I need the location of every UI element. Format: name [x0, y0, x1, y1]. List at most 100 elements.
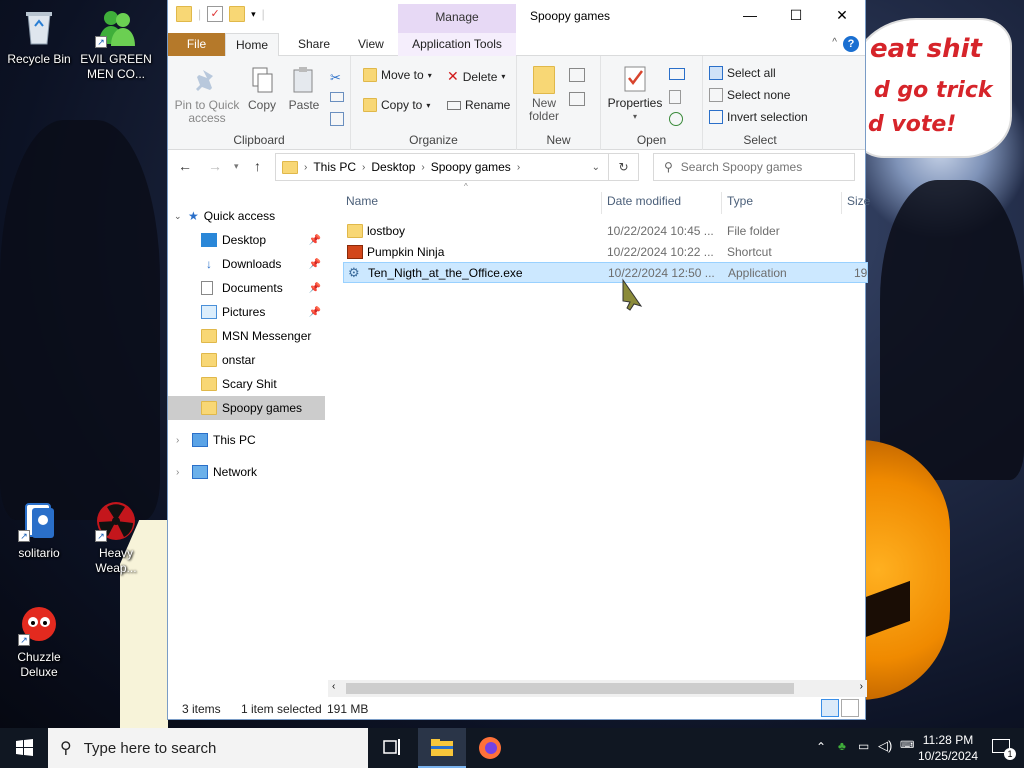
- open-icon[interactable]: [669, 68, 685, 80]
- search-input[interactable]: [680, 160, 841, 174]
- easy-access-icon[interactable]: [569, 92, 585, 106]
- nav-item-spoopy-games[interactable]: Spoopy games: [168, 396, 325, 420]
- nav-item-documents[interactable]: Documents 📌: [168, 276, 325, 300]
- address-bar[interactable]: › This PC › Desktop › Spoopy games › ⌄: [275, 153, 609, 181]
- tray-app-icon[interactable]: ♣: [838, 739, 846, 753]
- column-header-size[interactable]: Size: [847, 194, 870, 208]
- copy-button[interactable]: Copy: [244, 66, 280, 112]
- invert-selection-button[interactable]: Invert selection: [709, 110, 808, 124]
- manage-context-tab[interactable]: Manage: [398, 4, 516, 33]
- desktop-icon-solitario[interactable]: ↗ solitario: [1, 500, 77, 561]
- move-to-button[interactable]: Move to ▾: [363, 68, 432, 82]
- horizontal-scrollbar[interactable]: ‹ ›: [328, 680, 867, 697]
- properties-button[interactable]: Properties ▾: [603, 64, 667, 123]
- solitaire-cards-icon: ↗: [18, 500, 60, 542]
- close-button[interactable]: ✕: [819, 0, 865, 30]
- folder-icon: [201, 329, 217, 343]
- select-none-button[interactable]: Select none: [709, 88, 790, 102]
- scroll-left-icon[interactable]: ‹: [332, 681, 335, 692]
- title-bar: | ✓ ▾ | Manage Spoopy games — ☐ ✕: [168, 0, 865, 33]
- file-row[interactable]: Pumpkin Ninja 10/22/2024 10:22 ... Short…: [343, 241, 868, 262]
- tab-view[interactable]: View: [348, 33, 394, 56]
- scrollbar-thumb[interactable]: [346, 683, 794, 694]
- paste-shortcut-icon[interactable]: [330, 112, 344, 126]
- tray-overflow-icon[interactable]: ⌃: [816, 740, 826, 754]
- nav-item-downloads[interactable]: ↓ Downloads 📌: [168, 252, 325, 276]
- start-button[interactable]: [0, 728, 48, 768]
- desktop-icon-recycle-bin[interactable]: Recycle Bin: [1, 6, 77, 67]
- details-view-icon[interactable]: [821, 699, 839, 717]
- desktop-icon-chuzzle[interactable]: ↗ Chuzzle Deluxe: [1, 604, 77, 680]
- collapse-ribbon-icon[interactable]: ^: [832, 37, 837, 48]
- recent-locations-icon[interactable]: ▾: [234, 161, 239, 172]
- back-arrow-icon[interactable]: ←: [178, 158, 192, 174]
- expand-chevron-icon[interactable]: ⌄: [174, 211, 188, 222]
- tab-share[interactable]: Share: [288, 33, 340, 56]
- computer-icon: [192, 433, 208, 447]
- search-icon: ⚲: [664, 160, 673, 174]
- delete-button[interactable]: ✕ Delete ▾: [447, 68, 505, 85]
- keyboard-icon[interactable]: ⌨: [900, 740, 914, 751]
- item-count: 3 items: [182, 702, 221, 716]
- select-all-button[interactable]: Select all: [709, 66, 776, 80]
- column-header-date[interactable]: Date modified: [607, 194, 681, 208]
- expand-chevron-icon[interactable]: ›: [176, 467, 192, 478]
- taskbar-firefox[interactable]: [466, 728, 514, 768]
- minimize-button[interactable]: —: [727, 0, 773, 30]
- clock[interactable]: 11:28 PM 10/25/2024: [918, 732, 978, 764]
- breadcrumb-this-pc[interactable]: This PC: [313, 160, 356, 174]
- tab-home[interactable]: Home: [225, 33, 280, 57]
- properties-icon[interactable]: ✓: [207, 6, 224, 22]
- up-arrow-icon[interactable]: ↑: [254, 158, 261, 174]
- column-header-name[interactable]: Name: [346, 194, 378, 208]
- history-icon[interactable]: [669, 112, 683, 126]
- task-view-button[interactable]: [368, 728, 416, 768]
- tab-file[interactable]: File: [168, 33, 225, 56]
- column-header-type[interactable]: Type: [727, 194, 753, 208]
- maximize-button[interactable]: ☐: [773, 0, 819, 30]
- nav-item-msn-messenger[interactable]: MSN Messenger: [168, 324, 325, 348]
- refresh-icon[interactable]: ↻: [609, 153, 639, 181]
- nav-item-pictures[interactable]: Pictures 📌: [168, 300, 325, 324]
- new-group: New folder New: [517, 56, 601, 150]
- expand-chevron-icon[interactable]: ›: [176, 435, 192, 446]
- rename-button[interactable]: Rename: [447, 98, 510, 112]
- copy-path-icon[interactable]: [330, 92, 344, 102]
- new-folder-icon: [533, 66, 555, 94]
- desktop-icon-evil-green-men[interactable]: ↗ EVIL GREEN MEN CO...: [78, 6, 154, 82]
- cut-icon[interactable]: ✂: [330, 70, 341, 86]
- nav-item-onstar[interactable]: onstar: [168, 348, 325, 372]
- rename-icon: [447, 100, 461, 110]
- qat-dropdown-icon[interactable]: ▾: [251, 9, 256, 20]
- taskbar-file-explorer[interactable]: [418, 728, 466, 768]
- nav-network[interactable]: › Network: [168, 460, 325, 484]
- file-row[interactable]: ⚙ Ten_Nigth_at_the_Office.exe 10/22/2024…: [343, 262, 868, 283]
- desktop-icon-heavy-weapon[interactable]: ↗ Heavy Weap...: [78, 500, 154, 576]
- forward-arrow-icon[interactable]: →: [208, 158, 222, 174]
- breadcrumb-spoopy-games[interactable]: Spoopy games: [431, 160, 511, 174]
- copy-to-button[interactable]: Copy to ▾: [363, 98, 430, 112]
- large-icons-view-icon[interactable]: [841, 699, 859, 717]
- search-box[interactable]: ⚲: [653, 153, 855, 181]
- breadcrumb-desktop[interactable]: Desktop: [371, 160, 415, 174]
- taskbar-search[interactable]: ⚲ Type here to search: [48, 728, 368, 768]
- pin-quick-access-button[interactable]: Pin to Quick access: [174, 66, 240, 125]
- new-item-icon[interactable]: [569, 68, 585, 82]
- new-folder-button[interactable]: New folder: [523, 66, 565, 123]
- paste-button[interactable]: Paste: [286, 66, 322, 112]
- help-icon[interactable]: ?: [843, 36, 859, 52]
- network-icon[interactable]: ▭: [858, 739, 869, 753]
- scroll-right-icon[interactable]: ›: [860, 681, 863, 692]
- nav-this-pc[interactable]: › This PC: [168, 428, 325, 452]
- address-dropdown-icon[interactable]: ⌄: [592, 162, 600, 173]
- new-folder-icon[interactable]: [229, 6, 246, 22]
- msn-people-icon: ↗: [95, 6, 137, 48]
- edit-icon[interactable]: [669, 90, 681, 104]
- file-row[interactable]: lostboy 10/22/2024 10:45 ... File folder: [343, 220, 868, 241]
- nav-quick-access[interactable]: ⌄ ★ Quick access: [168, 204, 325, 228]
- nav-item-desktop[interactable]: Desktop 📌: [168, 228, 325, 252]
- application-gear-icon: ⚙: [348, 264, 360, 280]
- volume-icon[interactable]: ◁): [878, 738, 892, 754]
- nav-item-scary-shit[interactable]: Scary Shit: [168, 372, 325, 396]
- tab-application-tools[interactable]: Application Tools: [398, 33, 516, 56]
